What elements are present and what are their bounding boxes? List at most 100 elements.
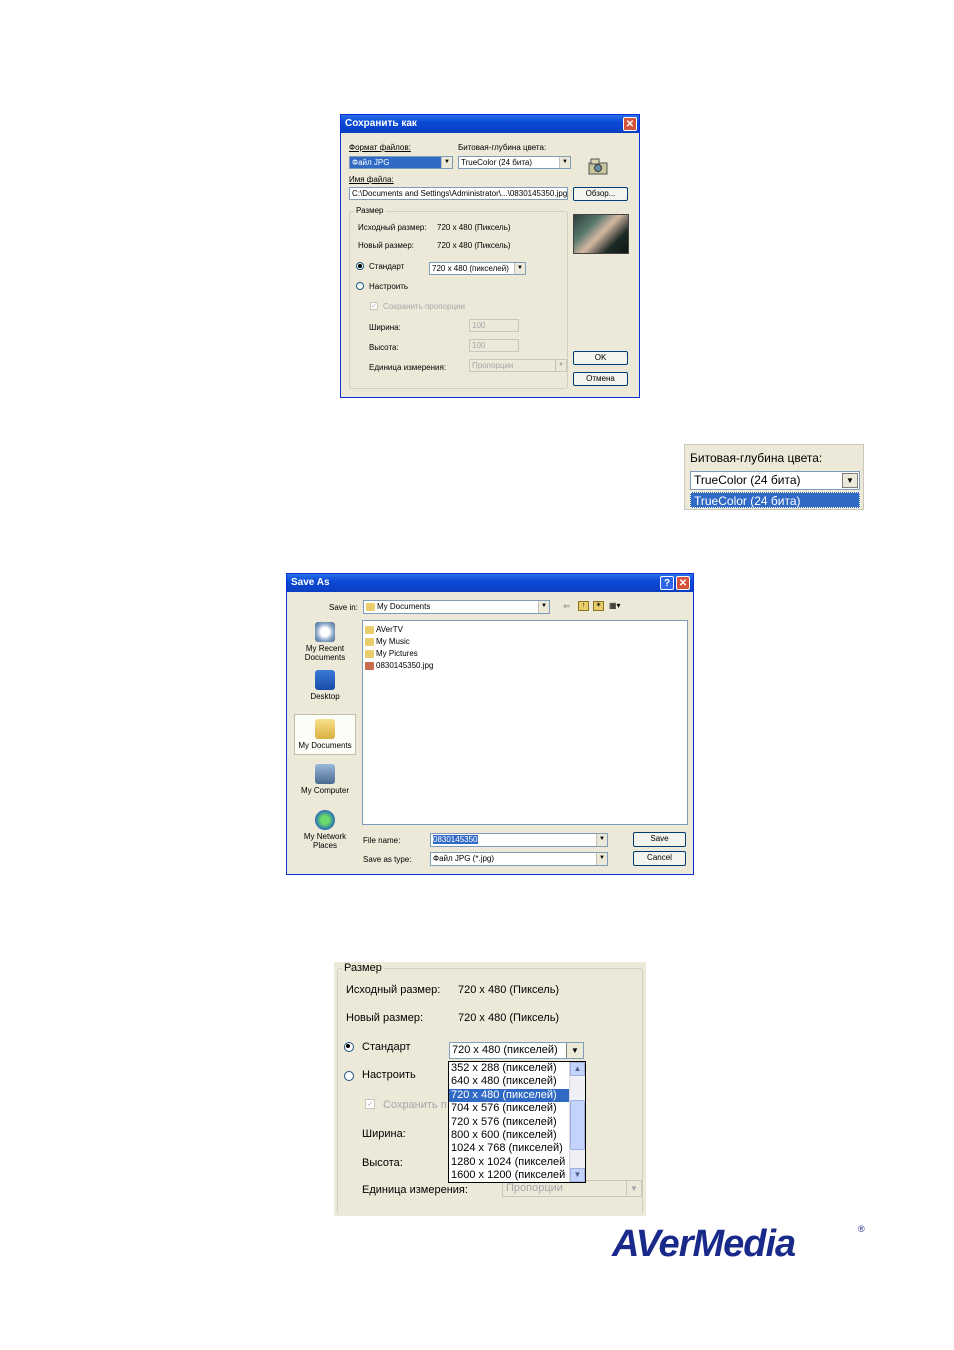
camera-icon[interactable] (588, 157, 608, 175)
new-size-label: Новый размер: (358, 241, 415, 250)
cancel-button[interactable]: Отмена (573, 372, 628, 386)
unit-label: Единица измерения: (369, 363, 447, 372)
height-label: Высота: (362, 1157, 403, 1169)
list-item[interactable]: 640 x 480 (пикселей) (449, 1075, 569, 1089)
custom-radio[interactable] (356, 282, 364, 290)
list-item[interactable]: AVerTV (365, 624, 403, 635)
width-label: Ширина: (369, 323, 401, 332)
chevron-down-icon[interactable]: ▼ (538, 601, 549, 613)
folder-icon (366, 602, 375, 611)
new-folder-icon[interactable]: ✶ (593, 601, 604, 611)
unit-label: Единица измерения: (362, 1184, 468, 1196)
save-button[interactable]: Save (633, 832, 686, 847)
standard-select[interactable]: 720 x 480 (пикселей) ▼ (429, 262, 526, 275)
chevron-down-icon[interactable]: ▼ (441, 157, 452, 168)
standard-radio[interactable] (356, 262, 364, 270)
scroll-thumb[interactable] (570, 1100, 585, 1150)
close-icon[interactable]: ✕ (623, 117, 637, 131)
save-as-dialog: Save As ? ✕ Save in: My Documents ▼ ⇐ ↑ … (286, 573, 694, 875)
scroll-down-icon[interactable]: ▼ (570, 1168, 585, 1182)
help-icon[interactable]: ? (660, 576, 674, 590)
browse-button[interactable]: Обзор... (573, 187, 628, 201)
size-group-title: Размер (354, 206, 386, 215)
up-folder-icon[interactable]: ↑ (578, 601, 589, 611)
place-label: My Recent Documents (304, 644, 346, 662)
file-list[interactable]: AVerTV My Music My Pictures 0830145350.j… (362, 620, 688, 825)
depth-option-selected[interactable]: TrueColor (24 бита) (690, 492, 860, 508)
close-icon[interactable]: ✕ (676, 576, 690, 590)
chevron-down-icon[interactable]: ▼ (596, 853, 607, 865)
list-item[interactable]: 352 x 288 (пикселей) (449, 1062, 569, 1076)
save-in-select[interactable]: My Documents ▼ (363, 600, 550, 614)
chevron-down-icon[interactable]: ▼ (596, 834, 607, 846)
keep-ratio-label: Сохранить п (383, 1099, 447, 1111)
resolution-list[interactable]: 352 x 288 (пикселей) 640 x 480 (пикселей… (448, 1061, 586, 1183)
ok-button[interactable]: OK (573, 351, 628, 365)
standard-select[interactable]: 720 x 480 (пикселей) ▼ (449, 1042, 584, 1059)
custom-radio[interactable] (344, 1071, 354, 1081)
list-item-selected[interactable]: 720 x 480 (пикселей) (449, 1088, 569, 1103)
list-item[interactable]: 720 x 576 (пикселей) (449, 1116, 569, 1130)
place-recent[interactable]: My Recent Documents (294, 622, 356, 662)
height-field[interactable]: 100 (469, 339, 519, 352)
list-item[interactable]: My Music (365, 636, 410, 647)
list-item[interactable]: 1024 x 768 (пикселей) (449, 1142, 569, 1156)
chevron-down-icon[interactable]: ▼ (566, 1043, 583, 1058)
desktop-icon (315, 670, 335, 690)
pictures-folder-icon (365, 649, 374, 658)
recent-documents-icon (315, 622, 335, 642)
save-in-value: My Documents (377, 602, 431, 611)
standard-radio[interactable] (344, 1042, 354, 1052)
network-places-icon (315, 810, 335, 830)
chevron-down-icon[interactable]: ▼ (514, 263, 525, 274)
depth-select[interactable]: TrueColor (24 бита) ▼ (690, 471, 860, 490)
custom-label: Настроить (362, 1069, 416, 1081)
file-name: My Music (376, 637, 410, 646)
list-item[interactable]: 704 x 576 (пикселей) (449, 1102, 569, 1116)
width-field[interactable]: 100 (469, 319, 519, 332)
new-size-label: Новый размер: (346, 1012, 424, 1024)
keep-ratio-checkbox[interactable]: ✓ (370, 302, 378, 310)
depth-value: TrueColor (24 бита) (694, 473, 801, 487)
filename-label: Имя файла: (349, 175, 394, 184)
save-type-select[interactable]: Файл JPG (*.jpg) ▼ (430, 852, 608, 866)
view-menu-icon[interactable]: ▦▾ (609, 601, 624, 611)
place-label: Desktop (310, 692, 340, 701)
standard-value: 720 x 480 (пикселей) (452, 1044, 558, 1056)
place-desktop[interactable]: Desktop (294, 670, 356, 701)
filename-field[interactable]: C:\Documents and Settings\Administrator\… (349, 187, 568, 200)
scroll-up-icon[interactable]: ▲ (570, 1062, 585, 1076)
list-item[interactable]: 1280 x 1024 (пикселей (449, 1156, 569, 1170)
chevron-down-icon[interactable]: ▼ (842, 473, 858, 488)
place-label: My Computer (300, 786, 349, 795)
scrollbar[interactable]: ▲ ▼ (569, 1062, 585, 1182)
file-name-field[interactable]: 0830145350 ▼ (430, 833, 608, 847)
orig-size-value: 720 x 480 (Пиксель) (437, 223, 511, 232)
depth-label: Битовая-глубина цвета: (690, 451, 823, 465)
keep-ratio-checkbox[interactable]: ✓ (365, 1099, 375, 1109)
place-network[interactable]: My Network Places (294, 810, 356, 850)
my-documents-icon (315, 719, 335, 739)
list-item[interactable]: 1600 x 1200 (пикселей (449, 1169, 569, 1183)
unit-value: Пропорции (506, 1182, 563, 1194)
list-item[interactable]: 0830145350.jpg (365, 660, 433, 671)
standard-value: 720 x 480 (пикселей) (432, 264, 509, 273)
save-type-label: Save as type: (363, 855, 412, 864)
format-select[interactable]: Файл JPG ▼ (349, 156, 453, 169)
place-my-documents[interactable]: My Documents (294, 714, 356, 755)
file-name-label: File name: (363, 836, 401, 845)
format-value: Файл JPG (352, 158, 390, 167)
my-computer-icon (315, 764, 335, 784)
list-item[interactable]: My Pictures (365, 648, 418, 659)
cancel-button[interactable]: Cancel (633, 851, 686, 866)
chevron-down-icon[interactable]: ▼ (559, 157, 570, 168)
back-icon[interactable]: ⇐ (563, 601, 571, 612)
list-item[interactable]: 800 x 600 (пикселей) (449, 1129, 569, 1143)
dialog-title: Сохранить как (341, 115, 639, 133)
depth-select[interactable]: TrueColor (24 бита) ▼ (458, 156, 571, 169)
place-my-computer[interactable]: My Computer (294, 764, 356, 795)
height-label: Высота: (369, 343, 399, 352)
chevron-down-icon[interactable]: ▼ (555, 360, 566, 371)
chevron-down-icon[interactable]: ▼ (626, 1181, 641, 1196)
unit-select[interactable]: Пропорции ▼ (469, 359, 567, 372)
